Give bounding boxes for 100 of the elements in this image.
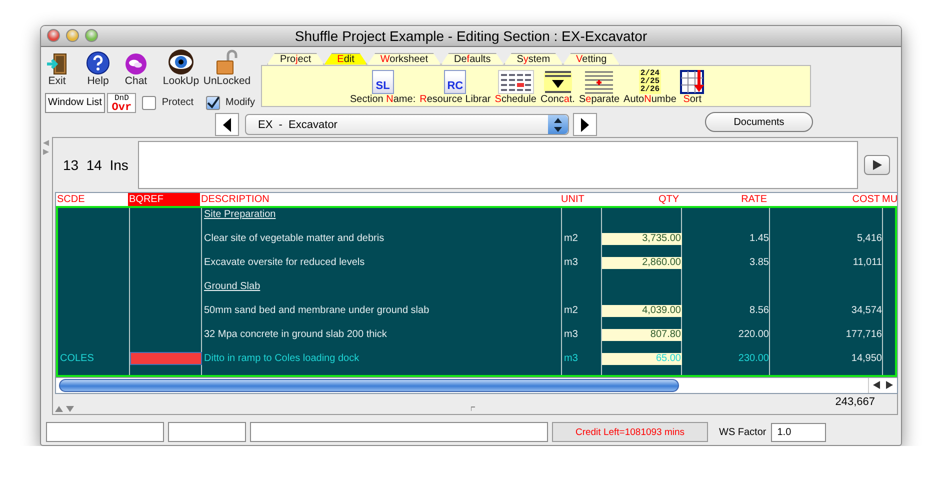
table-cell-text: 230.00 (737, 352, 770, 366)
quantity-cell[interactable]: 2,860.00 (602, 257, 682, 270)
next-button[interactable] (573, 113, 597, 136)
table-cell-text: m3 (563, 352, 579, 366)
column-header[interactable]: UNIT (560, 193, 600, 206)
table-cell-text: m3 (563, 328, 579, 342)
table-cell-text: Clear site of vegetable matter and debris (203, 232, 386, 246)
previous-button[interactable] (215, 113, 239, 136)
table-cell-text: Ditto in ramp to Coles loading dock (203, 352, 360, 366)
cursor-position: 13 14 Ins (62, 157, 130, 174)
checkbox-label: Modify (226, 97, 255, 108)
column-header[interactable]: BQREF (128, 193, 200, 206)
door-exit-icon (46, 52, 68, 75)
table-cell-text: 220.00 (737, 328, 770, 342)
resource-library-icon: RC (444, 70, 466, 94)
open-padlock-icon (216, 48, 238, 75)
documents-button[interactable]: Documents (705, 112, 813, 132)
tab[interactable]: Vetting (563, 52, 620, 65)
tab[interactable]: Defaults (441, 52, 504, 65)
auto-number-icon: 2/24 2/25 2/26 (639, 70, 661, 94)
left-triangle-icon (223, 118, 231, 132)
table-cell-text: m3 (563, 256, 579, 270)
tab[interactable]: Edit (324, 52, 368, 65)
column-header[interactable]: SCDE (56, 193, 128, 206)
help-button[interactable]: Help (83, 48, 113, 87)
right-triangle-icon (581, 118, 589, 132)
quantity-cell[interactable]: 807.80 (602, 329, 682, 342)
play-button[interactable] (864, 155, 890, 176)
concatenate-icon (544, 70, 572, 94)
eye-icon (168, 48, 194, 75)
lock-button[interactable]: UnLocked (205, 48, 249, 87)
column-header[interactable]: MU (881, 193, 896, 206)
grand-total: 243,667 (835, 396, 875, 410)
section-name-icon: SL (372, 70, 394, 94)
column-header[interactable]: COST (768, 193, 881, 206)
table-cell-text: m2 (563, 232, 579, 246)
scroll-thumb[interactable] (59, 379, 679, 392)
table-cell-text: 3.85 (748, 256, 770, 270)
status-field[interactable] (168, 422, 246, 442)
status-field[interactable] (46, 422, 164, 442)
chat-bubble-icon (125, 52, 147, 75)
ws-factor-field[interactable]: 1.0 (771, 422, 826, 442)
column-header[interactable]: DESCRIPTION (200, 193, 560, 206)
table-cell-text: 1.45 (748, 232, 770, 246)
status-field[interactable] (250, 422, 548, 442)
close-button[interactable] (47, 29, 60, 42)
exit-button[interactable]: Exit (45, 48, 69, 87)
tab[interactable]: System (504, 52, 564, 65)
minimize-button[interactable] (66, 29, 79, 42)
column-header[interactable]: QTY (600, 193, 680, 206)
table-cell-text: 32 Mpa concrete in ground slab 200 thick (203, 328, 388, 342)
tool-button[interactable]: 2/24 2/25 2/26 AutoNumbe (624, 70, 676, 105)
play-icon (872, 160, 882, 170)
side-arrows-icon (43, 140, 50, 156)
resize-grip-icon (471, 406, 476, 412)
tool-button[interactable]: SL Section Name: (350, 70, 416, 105)
section-heading: Site Preparation (203, 208, 277, 222)
window-list-button[interactable]: Window List (45, 92, 105, 113)
sort-grid-icon (680, 70, 704, 94)
up-down-arrows-icon (554, 118, 562, 132)
table-cell-text: 8.56 (748, 304, 770, 318)
lookup-button[interactable]: LookUp (163, 48, 199, 87)
table-cell-text: 11,011 (852, 256, 883, 270)
checkmark-icon (206, 96, 219, 109)
schedule-grid-icon (498, 70, 534, 94)
up-down-arrows-icon[interactable] (55, 405, 75, 412)
table-cell-text: m2 (563, 304, 579, 318)
horizontal-scrollbar[interactable] (56, 377, 897, 394)
chat-button[interactable]: Chat (121, 48, 151, 87)
tab[interactable]: Worksheet (367, 52, 441, 65)
zoom-button[interactable] (85, 29, 98, 42)
table-cell-text: 177,716 (844, 328, 883, 342)
text-editor-field[interactable] (138, 141, 858, 190)
tool-button[interactable]: RC Resource Librar (420, 70, 491, 105)
quantity-cell[interactable]: 4,039.00 (602, 305, 682, 318)
checkbox[interactable] (142, 96, 156, 110)
scroll-right-icon[interactable] (886, 381, 893, 390)
tool-button[interactable]: Concat. (540, 70, 575, 105)
checkbox[interactable] (206, 96, 220, 110)
table-cell-text: 5,416 (856, 232, 883, 246)
checkbox-label: Protect (162, 97, 194, 108)
column-header[interactable]: RATE (680, 193, 768, 206)
table-cell-text: 14,950 (850, 352, 883, 366)
table-cell-text: 34,574 (850, 304, 883, 318)
section-heading: Ground Slab (203, 280, 262, 294)
table-cell-text: 50mm sand bed and membrane under ground slab (203, 304, 430, 318)
separate-lines-icon (584, 70, 614, 94)
scroll-left-icon[interactable] (873, 381, 880, 390)
section-dropdown[interactable]: EX - Excavator (245, 114, 569, 136)
table-cell-text: COLES (59, 352, 95, 366)
tool-button[interactable]: Sort (680, 70, 704, 105)
credit-status: Credit Left=1081093 mins (552, 422, 708, 442)
tab[interactable]: Project (267, 52, 324, 65)
quantity-cell[interactable]: 3,735.00 (602, 233, 682, 246)
table-cell-text: Excavate oversite for reduced levels (203, 256, 366, 270)
drag-drop-overwrite-toggle[interactable]: DnD Ovr (106, 92, 136, 113)
tool-button[interactable]: Schedule (494, 70, 536, 105)
help-icon (86, 50, 110, 75)
field-label: WS Factor (719, 426, 766, 438)
tool-button[interactable]: Separate (578, 70, 620, 105)
